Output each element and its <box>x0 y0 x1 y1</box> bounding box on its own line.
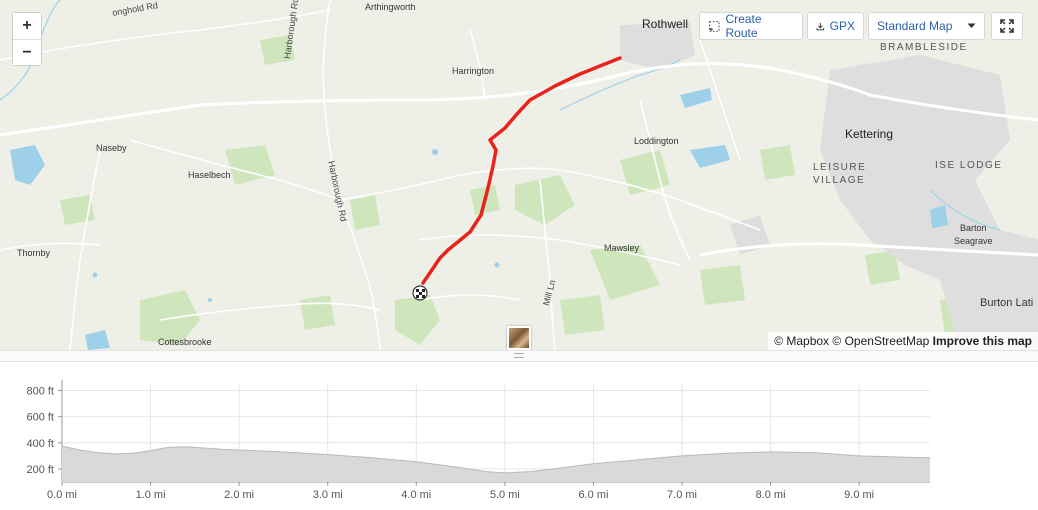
mapbox-credit-link[interactable]: © Mapbox <box>774 334 829 348</box>
place-label: Barton <box>960 223 987 233</box>
place-label: Seagrave <box>954 236 993 246</box>
osm-credit-link[interactable]: © OpenStreetMap <box>832 334 929 348</box>
place-label: Arthingworth <box>365 2 416 12</box>
x-tick-label: 6.0 mi <box>578 489 608 501</box>
place-label: Cottesbrooke <box>158 337 212 347</box>
place-label: Loddington <box>634 136 679 146</box>
place-label: Burton Lati <box>980 297 1034 309</box>
map-style-dropdown[interactable]: Standard Map <box>868 12 985 40</box>
elevation-profile-chart[interactable]: 200 ft 400 ft 600 ft 800 ft 0.0 mi 1.0 mi 2.0… <box>0 362 1038 510</box>
x-tick-label: 9.0 mi <box>844 489 874 501</box>
place-label: Rothwell <box>642 17 689 31</box>
place-label: Haselbech <box>188 170 231 180</box>
map-style-label: Standard Map <box>877 19 953 33</box>
map-view[interactable]: onghold Rd Arthingworth Harborough Rd Ro… <box>0 0 1038 350</box>
gpx-download-button[interactable]: GPX <box>807 12 864 40</box>
route-line[interactable] <box>421 56 622 285</box>
download-icon <box>816 22 825 30</box>
photo-thumbnail[interactable] <box>507 326 531 350</box>
improve-map-link[interactable]: Improve this map <box>933 334 1032 348</box>
y-axis-ticks: 200 ft 400 ft 600 ft 800 ft <box>26 386 62 476</box>
place-label: Harrington <box>452 66 495 76</box>
x-tick-label: 4.0 mi <box>401 489 431 501</box>
create-route-label: Create Route <box>725 12 762 40</box>
x-tick-label: 7.0 mi <box>667 489 697 501</box>
map-attribution: © Mapbox © OpenStreetMap Improve this ma… <box>768 332 1038 350</box>
y-tick-label: 800 ft <box>26 386 54 398</box>
x-tick-label: 1.0 mi <box>136 489 166 501</box>
x-tick-label: 5.0 mi <box>490 489 520 501</box>
x-tick-label: 8.0 mi <box>756 489 786 501</box>
zoom-control: + − <box>12 12 42 66</box>
place-label: Mawsley <box>604 243 640 253</box>
resize-handle[interactable] <box>0 350 1038 362</box>
x-tick-label: 0.0 mi <box>47 489 77 501</box>
elevation-area <box>62 446 930 482</box>
place-label: Naseby <box>96 143 127 153</box>
gpx-label: GPX <box>829 19 855 33</box>
place-label: VILLAGE <box>813 175 866 186</box>
x-axis-ticks: 0.0 mi 1.0 mi 2.0 mi 3.0 mi 4.0 mi 5.0 mi 6.0 … <box>47 482 874 501</box>
route-select-icon <box>708 20 720 32</box>
y-tick-label: 400 ft <box>26 438 54 450</box>
create-route-button[interactable]: Create Route <box>699 12 803 40</box>
fullscreen-button[interactable] <box>991 12 1023 40</box>
urban-areas <box>620 22 1038 350</box>
drag-grip-icon <box>514 353 524 358</box>
place-label: LEISURE <box>813 162 867 173</box>
place-label: Kettering <box>845 127 894 141</box>
place-label: Thornby <box>17 248 51 258</box>
x-tick-label: 3.0 mi <box>313 489 343 501</box>
zoom-in-button[interactable]: + <box>13 13 41 39</box>
finish-flag-icon[interactable] <box>412 285 428 301</box>
x-tick-label: 2.0 mi <box>224 489 254 501</box>
caret-down-icon <box>967 23 976 28</box>
y-tick-label: 200 ft <box>26 464 54 476</box>
zoom-out-button[interactable]: − <box>13 39 41 65</box>
y-tick-label: 600 ft <box>26 412 54 424</box>
place-label: ISE LODGE <box>935 160 1003 171</box>
place-label: BRAMBLESIDE <box>880 42 968 53</box>
fullscreen-icon <box>1000 19 1014 33</box>
